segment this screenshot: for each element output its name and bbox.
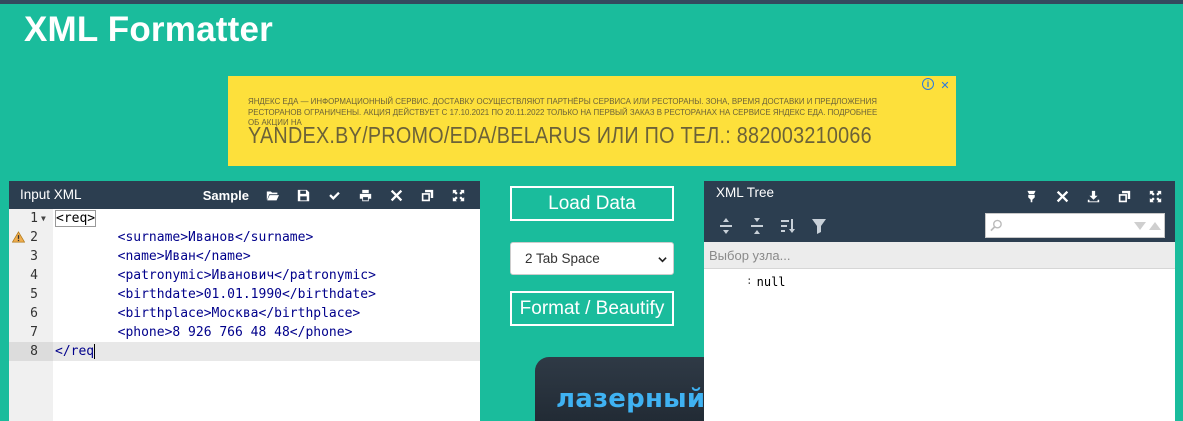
editor-line: 3 <name>Иван</name>	[9, 247, 480, 266]
info-icon[interactable]: i	[922, 78, 934, 90]
chevron-down-icon	[658, 257, 667, 263]
tree-panel-title: XML Tree	[716, 185, 775, 200]
editor-line: 4 <patronymic>Иванович</patronymic>	[9, 266, 480, 285]
tree-navigation-bar: Выбор узла...	[704, 242, 1175, 269]
promo-banner[interactable]: лазерный	[535, 357, 705, 421]
tree-node-value: null	[756, 275, 786, 289]
search-prev-icon[interactable]	[1149, 222, 1161, 230]
tree-separator: :	[746, 274, 753, 287]
code-line: <req>	[55, 210, 97, 227]
code-line: <phone>8 926 766 48 48</phone>	[55, 325, 353, 340]
format-beautify-button[interactable]: Format / Beautify	[510, 291, 674, 326]
indent-select[interactable]: 2 Tab Space	[510, 242, 674, 275]
folder-open-icon[interactable]	[257, 186, 288, 204]
save-icon[interactable]	[288, 186, 319, 204]
search-icon	[990, 219, 1002, 232]
input-panel-title: Input XML	[20, 187, 82, 202]
editor-line: 6 <birthplace>Москва</birthplace>	[9, 304, 480, 323]
input-panel-header: Input XML Sample	[9, 181, 480, 209]
ad-banner[interactable]: ЯНДЕКС ЕДА — ИНФОРМАЦИОННЫЙ СЕРВИС. ДОСТ…	[228, 76, 956, 166]
xml-tree-panel: XML Tree Выбор узла...: null	[704, 181, 1175, 421]
close-icon[interactable]: ✕	[938, 78, 952, 92]
tree-search-input[interactable]	[985, 213, 1165, 238]
tree-root-node[interactable]: : null	[746, 274, 786, 289]
copy-icon[interactable]	[1109, 187, 1140, 205]
filter-icon[interactable]	[803, 215, 834, 237]
editor-line: 2 <surname>Иванов</surname>	[9, 228, 480, 247]
line-number: 3	[30, 249, 38, 264]
copy-icon[interactable]	[412, 186, 443, 204]
xml-code-editor[interactable]: 1 ▼ <req> 2 <surname>Иванов</surname> 3 …	[9, 209, 480, 421]
editor-line: 5 <birthdate>01.01.1990</birthdate>	[9, 285, 480, 304]
code-line: <name>Иван</name>	[55, 249, 251, 264]
editor-line: 1 ▼ <req>	[9, 209, 480, 228]
ad-headline-text: YANDEX.BY/PROMO/EDA/BELARUS ИЛИ ПО ТЕЛ.:…	[248, 122, 872, 148]
line-number: 2	[30, 230, 38, 245]
indent-select-value: 2 Tab Space	[525, 251, 600, 266]
line-number: 1	[30, 211, 38, 226]
clear-icon[interactable]	[381, 186, 412, 204]
page-title: XML Formatter	[24, 10, 273, 49]
load-data-button[interactable]: Load Data	[510, 186, 674, 221]
line-number: 5	[30, 287, 38, 302]
fullscreen-icon[interactable]	[1140, 187, 1171, 205]
fold-arrow-icon[interactable]: ▼	[41, 209, 46, 228]
tree-panel-header: XML Tree	[704, 181, 1175, 242]
input-xml-panel: Input XML Sample 1 ▼ <req> 2 <surname>Ив…	[9, 181, 480, 421]
line-number: 7	[30, 325, 38, 340]
line-number: 4	[30, 268, 38, 283]
code-line: <patronymic>Иванович</patronymic>	[55, 268, 376, 283]
search-next-icon[interactable]	[1134, 222, 1146, 230]
sort-icon[interactable]	[772, 215, 803, 237]
tree-tools	[710, 215, 834, 237]
editor-line-active: × 8 </req	[9, 342, 480, 361]
download-icon[interactable]	[1078, 187, 1109, 205]
code-line: </req	[55, 344, 96, 359]
editor-line: 7 <phone>8 926 766 48 48</phone>	[9, 323, 480, 342]
filter-funnel-icon[interactable]	[1016, 187, 1047, 205]
line-number: 6	[30, 306, 38, 321]
fullscreen-icon[interactable]	[443, 186, 474, 204]
clear-icon[interactable]	[1047, 187, 1078, 205]
promo-text: лазерный	[556, 384, 705, 414]
expand-all-icon[interactable]	[710, 215, 741, 237]
sample-button[interactable]: Sample	[203, 188, 249, 203]
code-line: <surname>Иванов</surname>	[55, 230, 314, 245]
check-icon[interactable]	[319, 186, 350, 204]
code-line: <birthplace>Москва</birthplace>	[55, 306, 361, 321]
collapse-all-icon[interactable]	[741, 215, 772, 237]
input-toolbar: Sample	[203, 186, 474, 204]
print-icon[interactable]	[350, 186, 381, 204]
text-cursor	[94, 344, 96, 359]
tree-toolbar	[1016, 187, 1171, 205]
line-number: 8	[9, 342, 53, 361]
top-strip	[0, 0, 1183, 4]
code-line: <birthdate>01.01.1990</birthdate>	[55, 287, 376, 302]
